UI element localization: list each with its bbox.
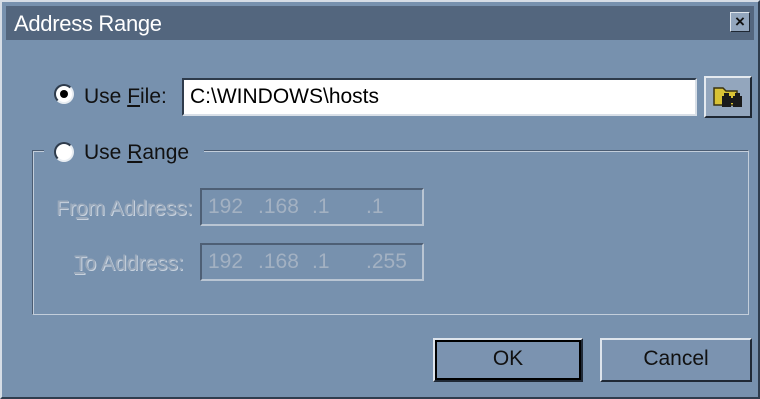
folder-binoculars-icon [713,87,742,107]
from-address-input[interactable]: 192 .168 .1 .1 [200,188,424,226]
from-octet-4: .1 [366,195,384,218]
to-octet-4: .255 [366,250,407,273]
from-octet-1: 192 [208,195,244,218]
to-octet-1: 192 [208,250,244,273]
address-range-dialog: Address Range × Use File: C:\WINDOWS\hos… [0,0,760,399]
from-address-label: From Address: [56,197,193,220]
to-address-input[interactable]: 192 .168 .1 .255 [200,243,424,281]
to-octet-3: .1 [312,250,330,273]
to-address-label: To Address: [74,252,184,275]
to-octet-2: .168 [258,250,299,273]
title-bar[interactable]: Address Range × [6,6,754,40]
from-octet-3: .1 [312,195,330,218]
window-title: Address Range [14,11,162,36]
cancel-button[interactable]: Cancel [600,338,752,382]
use-file-label[interactable]: Use File: [84,85,167,109]
use-file-radio[interactable] [54,84,74,104]
close-button[interactable]: × [730,12,750,32]
range-groupbox [32,150,749,315]
ok-button[interactable]: OK [433,338,583,382]
file-path-input[interactable]: C:\WINDOWS\hosts [182,78,697,116]
use-range-radio[interactable] [54,142,74,162]
radio-selected-dot [60,90,68,98]
from-octet-2: .168 [258,195,299,218]
use-range-label[interactable]: Use Range [84,141,189,165]
browse-button[interactable] [704,76,752,118]
close-icon: × [735,12,745,31]
